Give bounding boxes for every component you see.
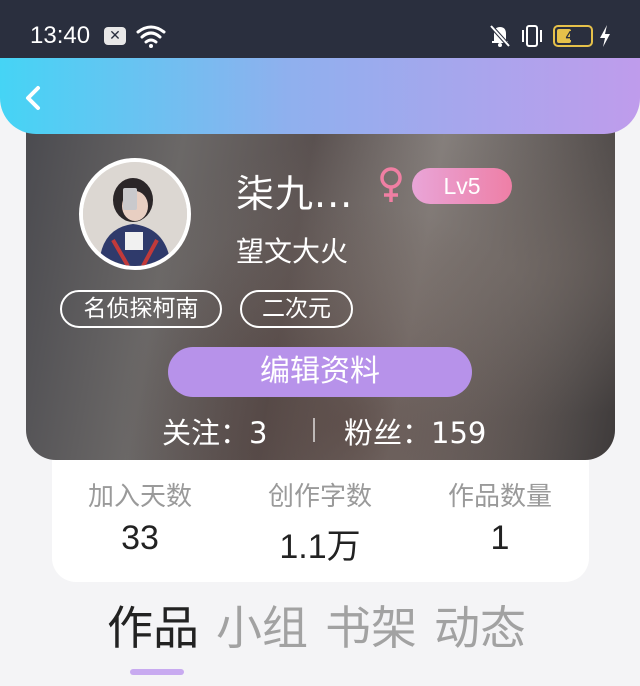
stat-label: 加入天数 (87, 482, 192, 512)
stat-join-days: 加入天数 33 (60, 476, 220, 558)
tag[interactable]: 名侦探柯南 (60, 290, 222, 328)
status-bar: 13:40 ✕ 43 (0, 0, 640, 58)
battery-icon: 43 (553, 25, 593, 47)
avatar-image (83, 162, 187, 266)
tab-bookshelf[interactable]: 书架 (325, 592, 417, 658)
header-bar (0, 58, 640, 134)
female-icon (380, 167, 402, 202)
status-time: 13:40 (30, 22, 91, 49)
follow-stats: 关注：3 粉丝：159 (26, 410, 615, 450)
charging-bolt-icon (600, 25, 610, 47)
level-badge: Lv5 (412, 168, 512, 204)
edit-profile-button[interactable]: 编辑资料 (168, 347, 472, 397)
signature: 望文大火 (236, 235, 349, 268)
bell-muted-icon (489, 24, 511, 48)
wifi-icon (136, 25, 166, 48)
stat-label: 创作字数 (267, 482, 372, 512)
stat-value: 1.1万 (279, 528, 361, 566)
stat-word-count: 创作字数 1.1万 (240, 476, 400, 568)
chevron-left-icon[interactable] (14, 78, 54, 118)
stat-value: 1 (490, 519, 510, 557)
stats-card: 加入天数 33 创作字数 1.1万 作品数量 1 (52, 460, 589, 582)
stat-works-count: 作品数量 1 (420, 476, 580, 558)
tab-bar: 作品 小组 书架 动态 (0, 592, 640, 686)
tab-activity[interactable]: 动态 (434, 592, 526, 658)
tab-groups[interactable]: 小组 (216, 592, 308, 658)
nickname: 柒九... (236, 172, 354, 216)
tab-works[interactable]: 作品 (107, 592, 199, 658)
following-count[interactable]: 关注：3 (162, 410, 267, 452)
followers-count[interactable]: 粉丝：159 (344, 410, 486, 452)
profile-card: 柒九... Lv5 望文大火 名侦探柯南 二次元 编辑资料 关注：3 粉丝：15… (26, 110, 615, 460)
vibrate-icon (522, 25, 542, 47)
battery-level: 43 (565, 28, 581, 43)
tag[interactable]: 二次元 (240, 290, 353, 328)
avatar[interactable] (79, 158, 191, 270)
stat-label: 作品数量 (447, 482, 552, 512)
tab-active-indicator (130, 669, 184, 675)
x-box-icon: ✕ (104, 27, 126, 45)
divider (313, 418, 315, 442)
stat-value: 33 (121, 519, 159, 557)
